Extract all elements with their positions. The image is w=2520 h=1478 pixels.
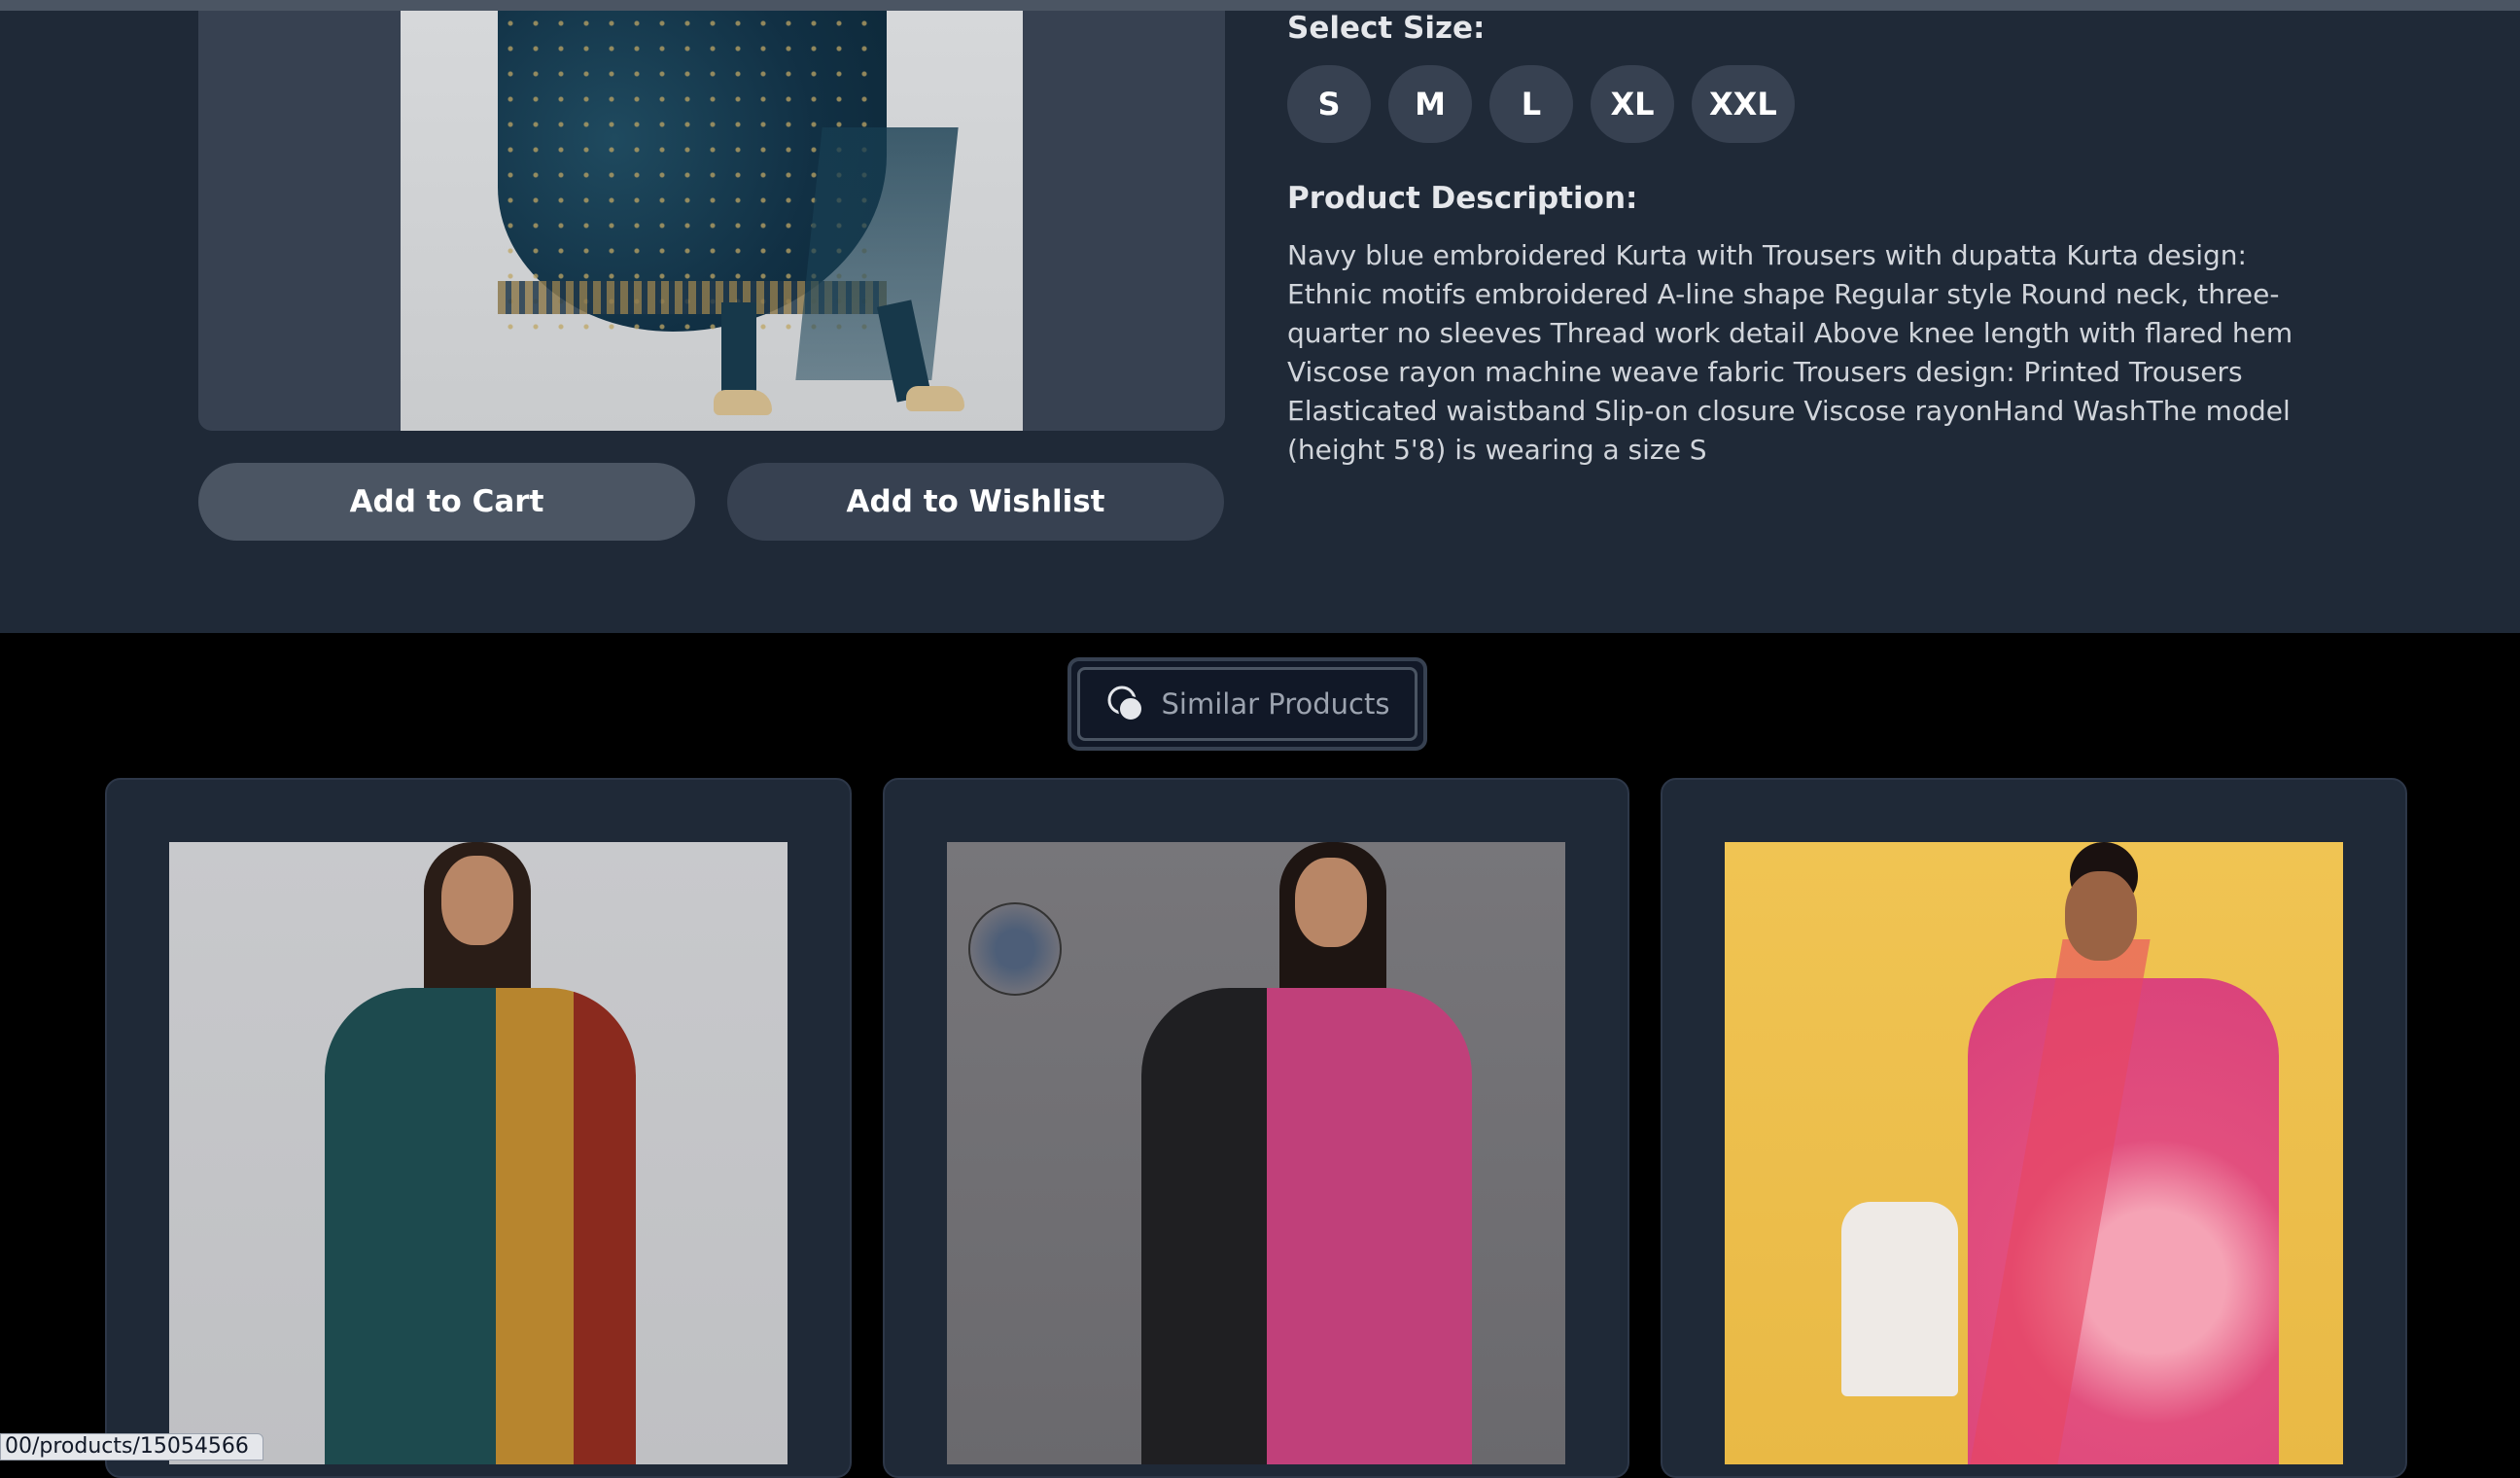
window-top-edge [0, 0, 2520, 11]
size-option-m[interactable]: M [1388, 65, 1472, 143]
size-options: S M L XL XXL [1287, 65, 1795, 143]
status-bar-url: 00/products/15054566 [0, 1433, 263, 1460]
shoe [714, 390, 772, 415]
similar-products-label: Similar Products [1161, 687, 1390, 721]
add-to-cart-button[interactable]: Add to Cart [198, 463, 695, 541]
similar-product-image[interactable] [169, 842, 788, 1464]
product-description-label: Product Description: [1287, 181, 1638, 216]
similar-products-button[interactable]: Similar Products [1068, 657, 1427, 751]
select-size-label: Select Size: [1287, 11, 1486, 46]
similar-product-image[interactable] [947, 842, 1565, 1464]
similar-product-card[interactable] [105, 778, 852, 1478]
shoe [906, 386, 964, 411]
similar-product-image[interactable] [1725, 842, 2343, 1464]
product-image-frame [198, 11, 1225, 431]
dupatta [795, 127, 959, 380]
overlapping-circles-icon [1107, 686, 1143, 721]
product-description-text: Navy blue embroidered Kurta with Trouser… [1287, 239, 2293, 466]
mask-icon [968, 902, 1062, 996]
chair [1841, 1202, 1958, 1396]
size-option-xl[interactable]: XL [1591, 65, 1674, 143]
size-option-xxl[interactable]: XXL [1692, 65, 1795, 143]
product-detail-section: Add to Cart Add to Wishlist Select Size:… [0, 11, 2520, 633]
product-image[interactable] [401, 11, 1023, 431]
similar-product-card[interactable] [1661, 778, 2407, 1478]
size-option-l[interactable]: L [1489, 65, 1573, 143]
size-option-s[interactable]: S [1287, 65, 1371, 143]
add-to-wishlist-button[interactable]: Add to Wishlist [727, 463, 1224, 541]
similar-product-card[interactable] [883, 778, 1629, 1478]
